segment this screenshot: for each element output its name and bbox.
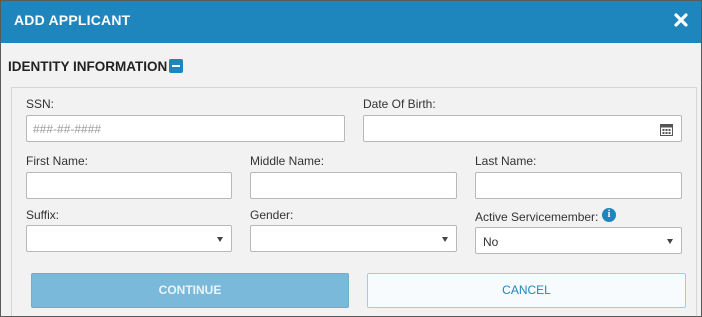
- identity-section-header: IDENTITY INFORMATION: [1, 43, 701, 87]
- continue-button[interactable]: CONTINUE: [31, 273, 349, 308]
- last-name-input[interactable]: [475, 172, 682, 199]
- middle-name-input[interactable]: [250, 172, 457, 199]
- info-icon[interactable]: i: [602, 208, 616, 222]
- dob-label: Date Of Birth:: [363, 97, 436, 111]
- ssn-input[interactable]: [26, 115, 345, 142]
- ssn-label: SSN:: [26, 97, 55, 111]
- collapse-minus-icon[interactable]: [169, 59, 183, 73]
- gender-select[interactable]: [250, 225, 457, 252]
- dob-field[interactable]: [363, 115, 682, 142]
- chevron-down-icon: [442, 237, 448, 242]
- chevron-down-icon: [217, 237, 223, 242]
- chevron-down-icon: [667, 239, 673, 244]
- first-name-label: First Name:: [26, 154, 89, 168]
- first-name-input[interactable]: [26, 172, 232, 199]
- gender-label: Gender:: [250, 208, 294, 222]
- cancel-button[interactable]: CANCEL: [367, 273, 686, 308]
- active-servicemember-label: Active Servicemember:: [475, 210, 599, 224]
- suffix-select[interactable]: [26, 225, 232, 252]
- active-servicemember-value: No: [483, 235, 499, 249]
- add-applicant-dialog: ADD APPLICANT IDENTITY INFORMATION SSN: …: [0, 0, 702, 317]
- close-icon[interactable]: [671, 10, 691, 30]
- last-name-label: Last Name:: [475, 154, 537, 168]
- section-title: IDENTITY INFORMATION: [8, 59, 168, 74]
- middle-name-label: Middle Name:: [250, 154, 325, 168]
- suffix-label: Suffix:: [26, 208, 60, 222]
- dialog-titlebar: ADD APPLICANT: [1, 1, 701, 43]
- calendar-icon[interactable]: [660, 123, 673, 136]
- dialog-title: ADD APPLICANT: [14, 12, 131, 28]
- active-servicemember-select[interactable]: No: [475, 227, 682, 254]
